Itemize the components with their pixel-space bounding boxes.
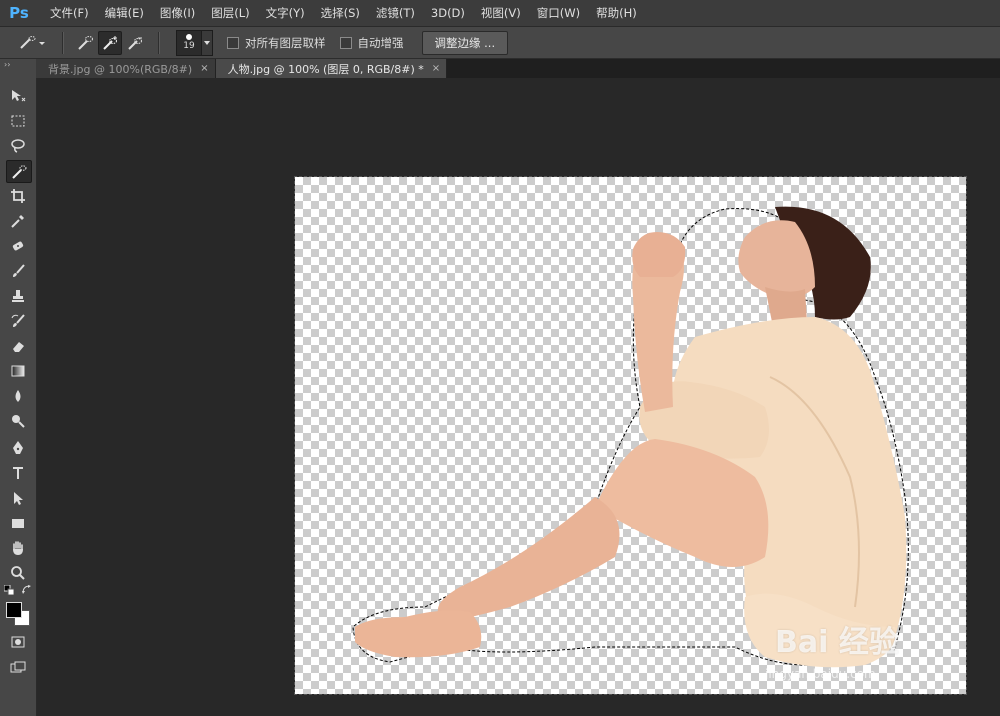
checkbox-box[interactable] [339, 36, 352, 49]
sample-all-layers-checkbox[interactable]: 对所有图层取样 [227, 35, 326, 51]
marquee-tool[interactable] [6, 110, 30, 131]
gradient-tool[interactable] [6, 360, 30, 381]
tools-panel: ›› [0, 59, 37, 716]
hand-tool[interactable] [6, 537, 30, 558]
quick-selection-icon [20, 35, 45, 49]
menu-filter[interactable]: 滤镜(T) [368, 5, 423, 21]
baidu-watermark: Bai 经验 [775, 625, 899, 660]
hand-icon [13, 540, 23, 555]
quick-selection-add-icon [103, 35, 117, 50]
menu-help[interactable]: 帮助(H) [588, 5, 645, 21]
lasso-icon [11, 138, 25, 153]
separator [158, 31, 160, 54]
menu-window[interactable]: 窗口(W) [529, 5, 588, 21]
blur-tool[interactable] [6, 385, 30, 406]
clone-stamp-tool[interactable] [6, 285, 30, 306]
new-selection-button[interactable] [74, 32, 96, 54]
menu-type[interactable]: 文字(Y) [258, 5, 313, 21]
baidu-watermark-url: jingyan.baidu.com [765, 667, 876, 681]
move-tool[interactable] [6, 85, 30, 106]
default-colors-icon[interactable] [4, 585, 14, 595]
panel-collapse-toggle[interactable]: ›› [0, 59, 36, 71]
history-brush-tool[interactable] [6, 310, 30, 331]
tab-background-jpg[interactable]: 背景.jpg @ 100%(RGB/8#) × [36, 59, 216, 78]
tab-person-jpg[interactable]: 人物.jpg @ 100% (图层 0, RGB/8#) * × [215, 59, 448, 78]
add-to-selection-button[interactable] [98, 30, 122, 55]
menu-bar: Ps 文件(F) 编辑(E) 图像(I) 图层(L) 文字(Y) 选择(S) 滤… [0, 0, 1000, 27]
type-icon [13, 466, 23, 479]
dodge-tool[interactable] [6, 410, 30, 431]
clone-stamp-icon [12, 289, 24, 302]
brush-size-picker[interactable]: 19 [176, 29, 202, 56]
quick-selection-tool[interactable] [6, 160, 32, 183]
eyedropper-tool[interactable] [6, 210, 30, 231]
path-selection-icon [14, 491, 23, 505]
close-icon[interactable]: × [432, 63, 440, 74]
options-bar: 19 对所有图层取样 自动增强 调整边缘 ... [0, 27, 1000, 59]
subtract-from-selection-button[interactable] [124, 32, 146, 54]
quick-selection-icon [78, 35, 93, 50]
pen-tool[interactable] [6, 437, 30, 458]
separator [62, 31, 64, 54]
photoshop-logo: Ps [9, 4, 29, 22]
blur-icon [15, 389, 21, 402]
auto-enhance-label: 自动增强 [357, 35, 404, 50]
shape-tool[interactable] [6, 512, 30, 533]
menu-3d[interactable]: 3D(D) [423, 6, 473, 20]
foreground-color-swatch[interactable] [6, 602, 22, 618]
eraser-icon [13, 341, 24, 352]
document-tabs: 背景.jpg @ 100%(RGB/8#) × 人物.jpg @ 100% (图… [36, 59, 1000, 78]
menu-edit[interactable]: 编辑(E) [97, 5, 152, 21]
brush-picker-dropdown[interactable] [202, 29, 213, 56]
refine-edge-button[interactable]: 调整边缘 ... [421, 30, 509, 55]
close-icon[interactable]: × [200, 63, 208, 74]
crop-tool[interactable] [6, 185, 30, 206]
brush-size-value: 19 [183, 41, 195, 51]
menu-view[interactable]: 视图(V) [473, 5, 529, 21]
tab-label: 人物.jpg @ 100% (图层 0, RGB/8#) * [227, 62, 424, 76]
document-canvas[interactable]: Bai 经验 jingyan.baidu.com [294, 176, 967, 695]
quick-mask-button[interactable] [6, 631, 30, 652]
lasso-tool[interactable] [6, 135, 30, 156]
marquee-icon [11, 115, 25, 126]
zoom-tool[interactable] [6, 562, 30, 583]
path-selection-tool[interactable] [6, 487, 30, 508]
menu-file[interactable]: 文件(F) [42, 5, 97, 21]
quick-mask-icon [11, 636, 25, 647]
menu-layer[interactable]: 图层(L) [203, 5, 257, 21]
brush-icon [13, 263, 25, 277]
dodge-icon [12, 414, 25, 428]
pen-icon [13, 440, 23, 454]
healing-brush-icon [12, 241, 24, 250]
eraser-tool[interactable] [6, 335, 30, 356]
type-tool[interactable] [6, 462, 30, 483]
checkbox-box[interactable] [227, 36, 239, 49]
screen-mode-button[interactable] [6, 657, 30, 678]
quick-selection-icon [12, 164, 27, 179]
menu-select[interactable]: 选择(S) [313, 5, 368, 21]
tool-preset-picker[interactable] [12, 31, 52, 55]
brush-tip-icon [186, 34, 192, 40]
menu-image[interactable]: 图像(I) [152, 5, 203, 21]
chevron-down-icon [204, 40, 210, 45]
sample-all-layers-label: 对所有图层取样 [245, 35, 326, 50]
auto-enhance-checkbox[interactable]: 自动增强 [339, 35, 404, 51]
gradient-icon [11, 365, 25, 376]
eyedropper-icon [11, 214, 24, 228]
healing-brush-tool[interactable] [6, 235, 30, 256]
swap-colors-icon[interactable] [22, 585, 32, 595]
history-brush-icon [11, 313, 25, 327]
quick-selection-subtract-icon [128, 37, 142, 50]
screen-mode-icon [10, 661, 26, 672]
tab-label: 背景.jpg @ 100%(RGB/8#) [48, 62, 193, 76]
brush-tool[interactable] [6, 260, 30, 281]
crop-icon [11, 188, 25, 203]
move-icon [12, 89, 26, 101]
rectangle-icon [12, 518, 24, 528]
zoom-icon [11, 565, 25, 580]
